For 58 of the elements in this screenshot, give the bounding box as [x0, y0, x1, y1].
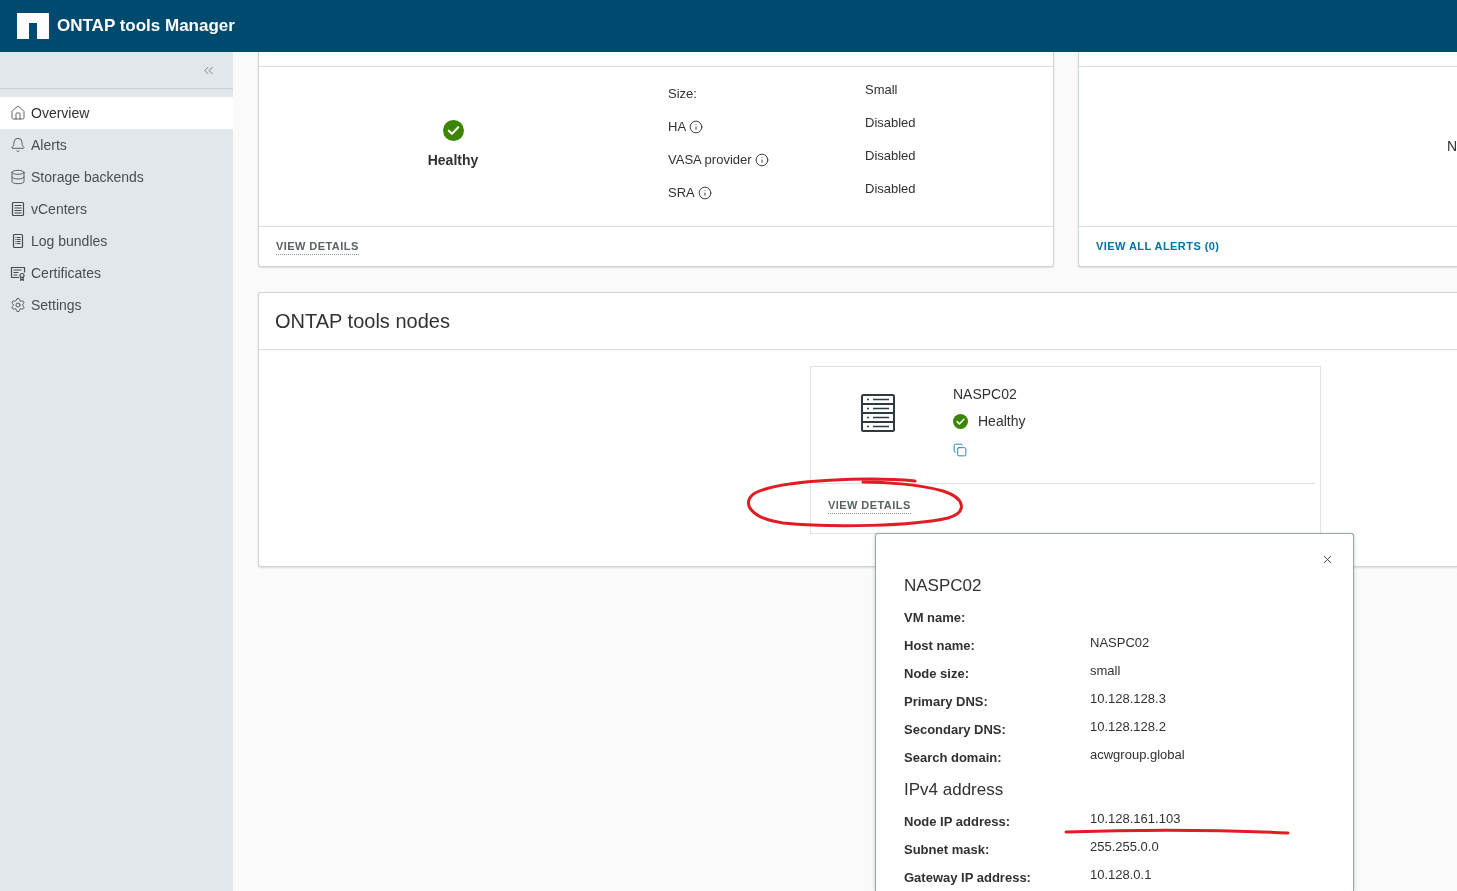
node-name: NASPC02: [953, 385, 1018, 404]
detail-label: Secondary DNS:: [904, 721, 1007, 739]
detail-value: 255.255.0.0: [1090, 838, 1159, 856]
list-icon: [10, 201, 26, 217]
detail-value: 10.128.0.1: [1090, 866, 1152, 884]
info-icon[interactable]: [689, 119, 704, 134]
sidebar-item[interactable]: Certificates: [0, 257, 233, 289]
detail-label: Node IP address:: [904, 813, 1011, 831]
database-icon: [10, 169, 26, 185]
detail-label: Primary DNS:: [904, 693, 989, 711]
detail-label: VM name:: [904, 609, 967, 627]
logo-icon: [17, 13, 49, 39]
alerts-text: N: [1446, 137, 1457, 156]
property-label: VASA provider: [668, 150, 752, 169]
property-label: SRA: [668, 183, 695, 202]
nodes-title: ONTAP tools nodes: [275, 309, 450, 334]
sidebar-item[interactable]: Alerts: [0, 129, 233, 161]
detail-label: Search domain:: [904, 749, 1003, 767]
app-title: ONTAP tools Manager: [57, 15, 235, 38]
bell-icon: [10, 137, 26, 153]
detail-value: 10.128.128.2: [1090, 718, 1166, 736]
view-all-alerts-link[interactable]: VIEW ALL ALERTS (0): [1096, 239, 1220, 254]
detail-value: 10.128.161.103: [1090, 810, 1181, 828]
property-value: Disabled: [865, 147, 916, 165]
copy-icon[interactable]: [953, 443, 967, 457]
node-status: Healthy: [978, 411, 1026, 431]
detail-value: small: [1090, 662, 1121, 680]
popover-title: NASPC02: [904, 575, 983, 597]
document-icon: [10, 233, 26, 249]
view-details-link[interactable]: VIEW DETAILS: [276, 238, 359, 255]
info-icon[interactable]: [754, 152, 769, 167]
sidebar-item[interactable]: Settings: [0, 289, 233, 321]
detail-label: Subnet mask:: [904, 841, 991, 859]
settings-icon: [10, 297, 26, 313]
detail-label: Host name:: [904, 637, 976, 655]
certificate-icon: [10, 265, 26, 281]
detail-value: NASPC02: [1090, 634, 1150, 652]
property-value: Disabled: [865, 180, 916, 198]
detail-label: Gateway IP address:: [904, 869, 1032, 887]
sidebar-item[interactable]: Storage backends: [0, 161, 233, 193]
property-value: Disabled: [865, 114, 916, 132]
server-icon: [861, 394, 895, 432]
detail-value: 10.128.128.3: [1090, 690, 1166, 708]
property-label: HA: [668, 117, 687, 136]
sidebar-item[interactable]: vCenters: [0, 193, 233, 225]
home-icon: [10, 105, 26, 121]
detail-value: acwgroup.global: [1090, 746, 1185, 764]
detail-label: Node size:: [904, 665, 970, 683]
check-circle-icon: [442, 120, 464, 141]
property-label: Size:: [668, 84, 697, 103]
status-text: Healthy: [427, 151, 479, 170]
check-circle-icon: [953, 413, 968, 429]
info-icon[interactable]: [697, 185, 712, 200]
section-title: IPv4 address: [904, 779, 1005, 801]
sidebar-item[interactable]: Overview: [0, 97, 233, 129]
sidebar-item[interactable]: Log bundles: [0, 225, 233, 257]
property-value: Small: [865, 81, 898, 99]
view-details-link[interactable]: VIEW DETAILS: [828, 497, 911, 514]
